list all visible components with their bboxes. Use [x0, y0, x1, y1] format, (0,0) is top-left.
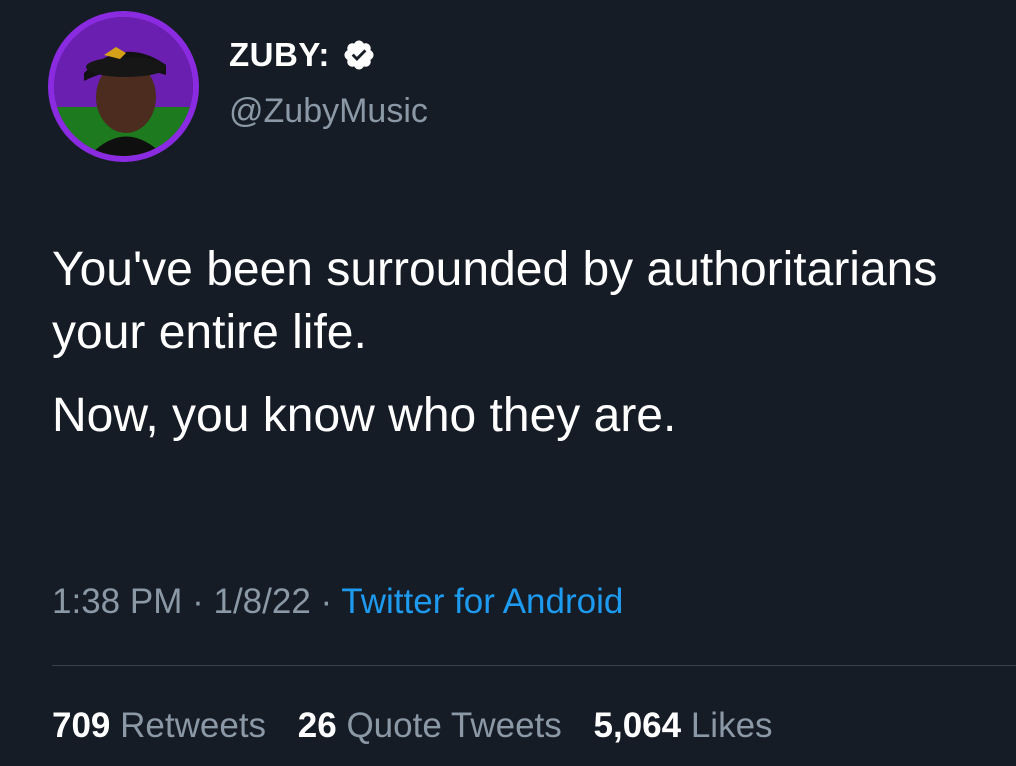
tweet-meta: 1:38 PM · 1/8/22 · Twitter for Android: [52, 582, 623, 622]
retweets-count: 709: [52, 706, 111, 745]
verified-badge-icon: [342, 38, 376, 72]
tweet-source-link[interactable]: Twitter for Android: [341, 582, 623, 621]
avatar[interactable]: [48, 11, 199, 162]
divider: [52, 665, 1016, 666]
author-name-row[interactable]: ZUBY:: [229, 36, 376, 74]
avatar-portrait-icon: [54, 17, 193, 156]
meta-separator: ·: [320, 582, 333, 621]
quote-tweets-label: Quote Tweets: [346, 706, 562, 745]
tweet-stats: 709 Retweets 26 Quote Tweets 5,064 Likes: [52, 706, 795, 746]
tweet-text: You've been surrounded by authoritarians…: [52, 238, 992, 447]
retweets-stat[interactable]: 709 Retweets: [52, 706, 276, 745]
likes-count: 5,064: [593, 706, 682, 745]
tweet-paragraph: You've been surrounded by authoritarians…: [52, 243, 938, 359]
avatar-photo: [54, 17, 193, 156]
display-name[interactable]: ZUBY:: [229, 36, 330, 74]
tweet-time[interactable]: 1:38 PM: [52, 582, 182, 621]
tweet-paragraph: Now, you know who they are.: [52, 389, 677, 442]
likes-label: Likes: [690, 706, 773, 745]
meta-separator: ·: [192, 582, 204, 621]
retweets-label: Retweets: [120, 706, 267, 745]
quote-tweets-stat[interactable]: 26 Quote Tweets: [298, 706, 572, 745]
tweet-date[interactable]: 1/8/22: [213, 582, 310, 621]
likes-stat[interactable]: 5,064 Likes: [594, 706, 773, 745]
author-handle[interactable]: @ZubyMusic: [229, 92, 428, 131]
quote-tweets-count: 26: [297, 706, 337, 745]
